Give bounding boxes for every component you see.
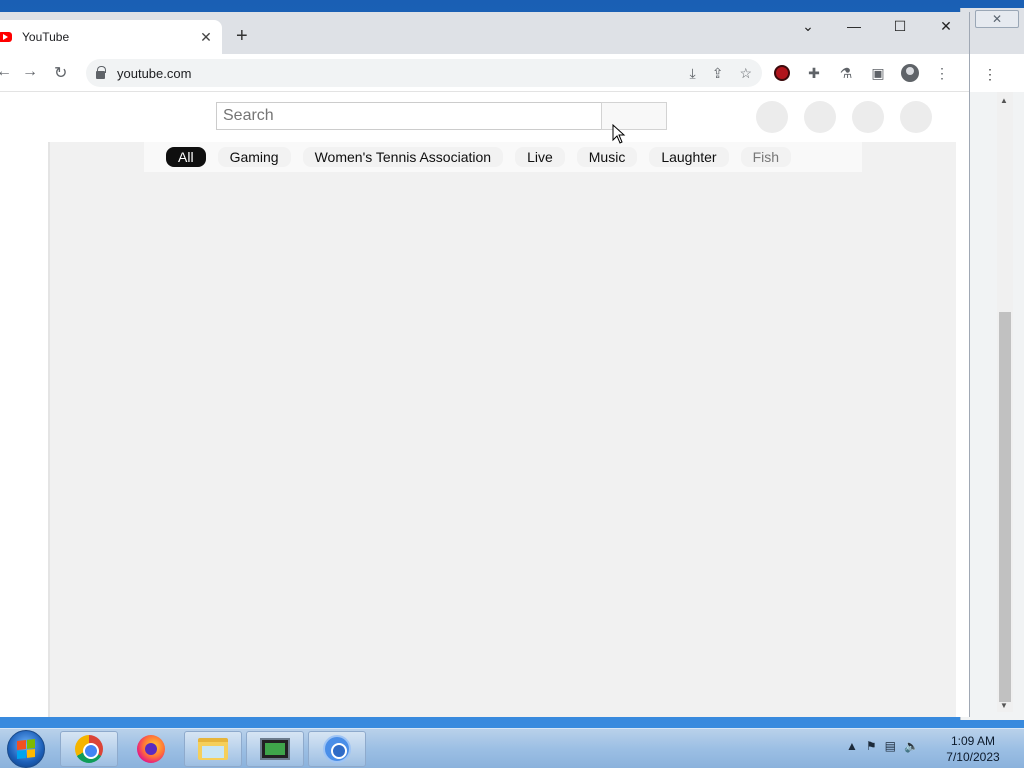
browser-window: YouTube ✕ + ⌄ — ☐ ✕ ← → ↻ youtube.com ⤓ … [0, 12, 970, 717]
search-button[interactable] [601, 102, 667, 130]
taskbar-explorer[interactable] [184, 731, 242, 767]
new-tab-button[interactable]: + [236, 26, 248, 46]
star-icon[interactable]: ☆ [739, 65, 752, 82]
search-input[interactable] [216, 102, 602, 130]
lock-icon[interactable] [96, 66, 106, 79]
omnibox-actions: ⤓ ⇪ ☆ [690, 65, 753, 82]
tab-youtube[interactable]: YouTube ✕ [0, 20, 222, 54]
background-menu-icon[interactable]: ⋮ [983, 66, 997, 83]
chip-laughter[interactable]: Laughter [649, 147, 729, 167]
address-bar[interactable]: youtube.com ⤓ ⇪ ☆ [86, 59, 762, 87]
windows-logo-icon [17, 739, 35, 759]
taskbar: ▲ ⚑ ▤ 🔈 1:09 AM 7/10/2023 [0, 728, 1024, 768]
tab-close-icon[interactable]: ✕ [196, 29, 216, 46]
content-placeholder-area [48, 142, 956, 717]
network-icon[interactable]: ▤ [885, 739, 896, 753]
scrollbar[interactable]: ▲ ▼ [997, 92, 1013, 712]
profile-icon[interactable] [900, 63, 920, 83]
folder-icon [198, 738, 228, 760]
header-placeholder-icon[interactable] [900, 101, 932, 133]
flask-icon[interactable]: ⚗ [836, 63, 856, 83]
chip-music[interactable]: Music [576, 147, 638, 167]
system-tray: ▲ ⚑ ▤ 🔈 [846, 739, 919, 753]
clock-date: 7/10/2023 [946, 750, 1000, 764]
scroll-up-arrow-icon[interactable]: ▲ [1000, 96, 1008, 105]
tab-search-icon[interactable]: ⌄ [785, 12, 831, 40]
chrome-icon [75, 735, 103, 763]
header-placeholder-icon[interactable] [804, 101, 836, 133]
puzzle-icon[interactable]: ✚ [804, 63, 824, 83]
share-icon[interactable]: ⇪ [712, 65, 724, 82]
tab-strip: YouTube ✕ + ⌄ — ☐ ✕ [0, 12, 969, 54]
header-placeholder-icon[interactable] [756, 101, 788, 133]
url-text[interactable]: youtube.com [117, 66, 191, 81]
mouse-cursor-icon [612, 124, 626, 144]
chip-womens-tennis-association[interactable]: Women's Tennis Association [302, 147, 504, 167]
start-button[interactable] [7, 730, 45, 768]
browser-toolbar: ← → ↻ youtube.com ⤓ ⇪ ☆ ✚ ⚗ ▣ ⋮ [0, 54, 969, 92]
reload-icon[interactable]: ↻ [54, 63, 67, 83]
extensions-area: ✚ ⚗ ▣ ⋮ [772, 63, 952, 83]
youtube-page: All Gaming Women's Tennis Association Li… [0, 92, 968, 717]
chromium-icon [323, 735, 351, 763]
task-manager-icon [260, 738, 290, 760]
back-icon[interactable]: ← [0, 63, 12, 81]
header-placeholder-icon[interactable] [852, 101, 884, 133]
background-window-titlebar: ✕ [961, 8, 1024, 54]
tab-title: YouTube [22, 30, 70, 44]
chip-all[interactable]: All [166, 147, 206, 167]
minimize-button[interactable]: — [831, 12, 877, 40]
action-center-flag-icon[interactable]: ⚑ [866, 739, 877, 753]
scroll-down-arrow-icon[interactable]: ▼ [1000, 701, 1008, 710]
red-extension-icon[interactable] [772, 63, 792, 83]
close-window-button[interactable]: ✕ [923, 12, 969, 40]
window-controls: ⌄ — ☐ ✕ [785, 12, 969, 40]
scrollbar-thumb[interactable] [999, 312, 1011, 702]
taskbar-task-manager[interactable] [246, 731, 304, 767]
background-window-toolbar: ⋮ [961, 54, 1024, 92]
chips-bar: All Gaming Women's Tennis Association Li… [144, 142, 862, 172]
taskbar-clock[interactable]: 1:09 AM 7/10/2023 [942, 733, 1004, 765]
taskbar-chromium[interactable] [308, 731, 366, 767]
background-window-close-button[interactable]: ✕ [975, 10, 1019, 28]
clock-time: 1:09 AM [950, 734, 996, 748]
maximize-button[interactable]: ☐ [877, 12, 923, 40]
volume-muted-icon[interactable]: 🔈 [904, 739, 919, 753]
taskbar-chrome[interactable] [60, 731, 118, 767]
youtube-favicon-icon [0, 32, 12, 42]
chip-live[interactable]: Live [515, 147, 565, 167]
taskbar-firefox[interactable] [122, 731, 180, 767]
firefox-icon [137, 735, 165, 763]
side-panel-icon[interactable]: ▣ [868, 63, 888, 83]
chip-gaming[interactable]: Gaming [217, 147, 291, 167]
chip-fish[interactable]: Fish [740, 147, 792, 167]
show-hidden-icons-icon[interactable]: ▲ [846, 739, 858, 753]
forward-icon[interactable]: → [22, 63, 38, 81]
download-icon[interactable]: ⤓ [690, 65, 696, 82]
menu-icon[interactable]: ⋮ [932, 63, 952, 83]
